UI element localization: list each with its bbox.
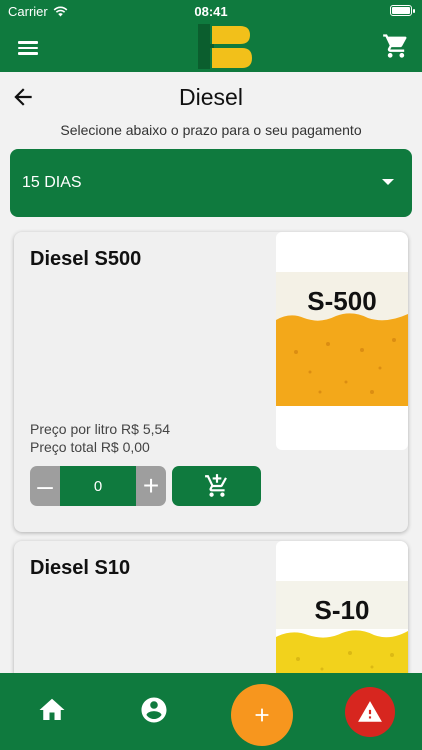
account-icon[interactable] bbox=[139, 695, 169, 725]
add-to-cart-button[interactable] bbox=[172, 466, 261, 506]
quantity-value[interactable]: 0 bbox=[60, 466, 136, 506]
payment-term-select[interactable]: 15 DIAS bbox=[10, 149, 412, 217]
title-bar: Diesel bbox=[0, 72, 422, 122]
payment-term-value: 15 DIAS bbox=[22, 174, 82, 191]
product-prices: Preço por litro R$ 5,54 Preço total R$ 0… bbox=[30, 420, 170, 456]
price-per-liter: Preço por litro R$ 5,54 bbox=[30, 421, 171, 437]
decrease-button[interactable]: – bbox=[30, 466, 60, 506]
product-image-label: S-500 bbox=[307, 286, 377, 316]
product-card: Diesel S500 S-500 Preço por litro R$ 5,5… bbox=[14, 232, 408, 532]
page-subtitle: Selecione abaixo o prazo para o seu paga… bbox=[60, 122, 362, 138]
app-header: Carrier 08:41 bbox=[0, 0, 422, 72]
add-fab-button[interactable] bbox=[231, 684, 293, 746]
product-image: S-500 bbox=[276, 232, 408, 450]
plus-icon bbox=[255, 708, 269, 722]
product-image-label: S-10 bbox=[314, 595, 370, 625]
warning-icon bbox=[358, 701, 382, 722]
total-price: Preço total R$ 0,00 bbox=[30, 439, 150, 455]
home-icon[interactable] bbox=[37, 695, 67, 725]
cart-icon[interactable] bbox=[382, 32, 410, 60]
status-bar: Carrier 08:41 bbox=[0, 0, 422, 22]
product-name: Diesel S10 bbox=[30, 557, 131, 579]
fuel-image bbox=[276, 272, 408, 406]
menu-button[interactable] bbox=[18, 38, 40, 56]
chevron-down-icon bbox=[382, 179, 394, 185]
increase-button[interactable]: + bbox=[136, 466, 166, 506]
status-time: 08:41 bbox=[194, 4, 228, 19]
page-title: Diesel bbox=[179, 84, 243, 110]
add-shopping-cart-icon bbox=[204, 474, 227, 497]
product-name: Diesel S500 bbox=[30, 248, 142, 270]
battery-icon bbox=[390, 5, 415, 16]
alert-button[interactable] bbox=[345, 687, 395, 737]
quantity-stepper: – 0 + bbox=[30, 466, 166, 506]
app-logo bbox=[198, 24, 252, 69]
